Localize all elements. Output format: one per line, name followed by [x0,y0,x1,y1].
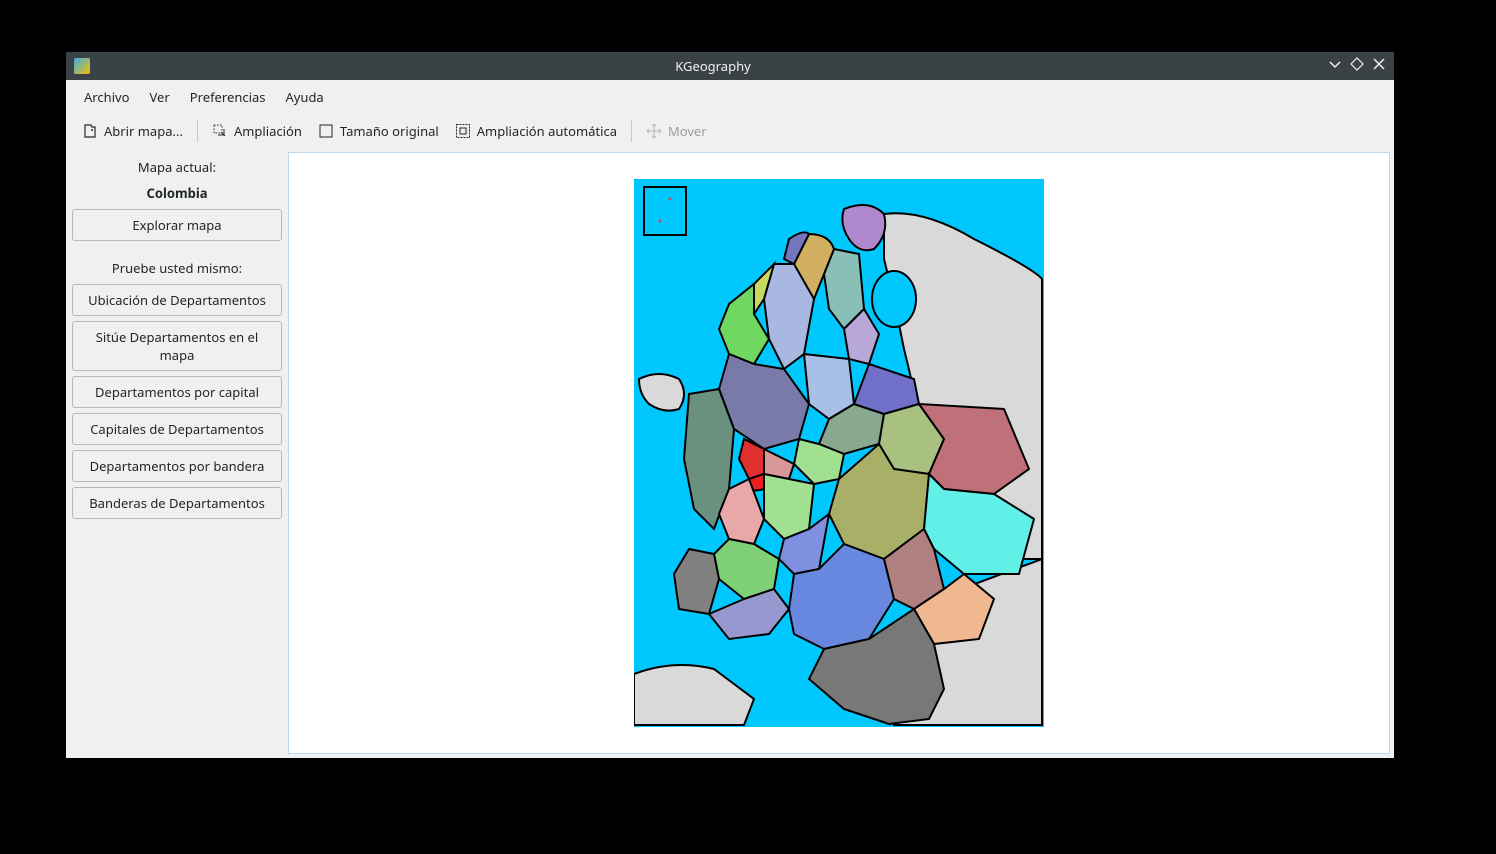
move-icon [646,123,662,139]
current-map-name: Colombia [72,182,282,204]
toolbar-separator [197,120,198,142]
location-departments-button[interactable]: Ubicación de Departamentos [72,284,282,316]
current-map-label: Mapa actual: [72,156,282,178]
menu-help[interactable]: Ayuda [275,84,333,110]
open-map-button[interactable]: Abrir mapa... [74,118,191,144]
capitals-of-departments-button[interactable]: Capitales de Departamentos [72,413,282,445]
flags-of-departments-button[interactable]: Banderas de Departamentos [72,487,282,519]
zoom-button[interactable]: Ampliación [204,118,310,144]
sidebar: Mapa actual: Colombia Explorar mapa Prue… [66,150,288,758]
menu-preferences[interactable]: Preferencias [180,84,276,110]
auto-zoom-icon [455,123,471,139]
original-size-button[interactable]: Tamaño original [310,118,447,144]
map-canvas [634,179,1044,727]
toolbar-separator [631,120,632,142]
explore-map-button[interactable]: Explorar mapa [72,209,282,241]
zoom-icon [212,123,228,139]
original-size-label: Tamaño original [340,122,439,140]
move-label: Mover [668,122,707,140]
open-file-icon [82,123,98,139]
zoom-label: Ampliación [234,122,302,140]
titlebar: KGeography [66,52,1394,80]
test-yourself-label: Pruebe usted mismo: [72,257,282,279]
move-button: Mover [638,118,715,144]
toolbar: Abrir mapa... Ampliación Tamaño original… [66,114,1394,150]
auto-zoom-button[interactable]: Ampliación automática [447,118,625,144]
original-size-icon [318,123,334,139]
app-icon [74,58,90,74]
auto-zoom-label: Ampliación automática [477,122,617,140]
departments-by-flag-button[interactable]: Departamentos por bandera [72,450,282,482]
content-area: Mapa actual: Colombia Explorar mapa Prue… [66,150,1394,758]
menu-file[interactable]: Archivo [74,84,140,110]
maximize-icon[interactable] [1350,57,1364,75]
menu-view[interactable]: Ver [140,84,180,110]
menubar: Archivo Ver Preferencias Ayuda [66,80,1394,114]
open-map-label: Abrir mapa... [104,122,183,140]
minimize-icon[interactable] [1328,57,1342,75]
place-departments-button[interactable]: Sitúe Departamentos en el mapa [72,321,282,371]
close-icon[interactable] [1372,57,1386,75]
window-title: KGeography [98,57,1328,75]
app-window: KGeography Archivo Ver Preferencias Ayud… [66,52,1394,758]
departments-by-capital-button[interactable]: Departamentos por capital [72,376,282,408]
map-viewport[interactable] [288,152,1390,754]
